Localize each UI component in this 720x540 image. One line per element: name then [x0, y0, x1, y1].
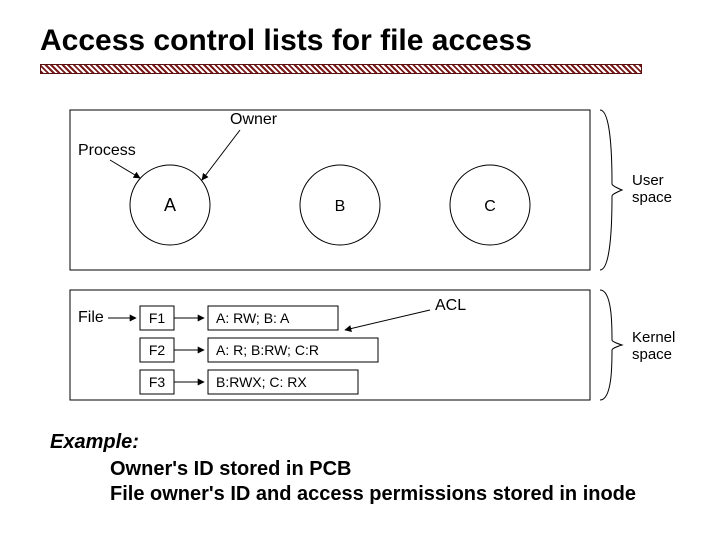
kernel-space-label-2: space	[632, 346, 672, 363]
acl-arrow	[345, 310, 430, 330]
owner-arrow	[202, 130, 240, 180]
example-heading: Example:	[50, 430, 700, 455]
process-label-a: A	[164, 195, 176, 215]
user-space-label-2: space	[632, 189, 672, 206]
file-name-f3: F3	[149, 374, 166, 390]
process-label-c: C	[484, 198, 496, 215]
page-title: Access control lists for file access	[40, 24, 532, 58]
user-space-label-1: User	[632, 172, 664, 189]
example-line-2: File owner's ID and access permissions s…	[110, 482, 700, 507]
process-label: Process	[78, 142, 136, 159]
process-arrow	[110, 160, 140, 178]
kernel-space-label-1: Kernel	[632, 329, 675, 346]
process-label-b: B	[335, 198, 346, 215]
file-name-f1: F1	[149, 310, 166, 326]
file-name-f2: F2	[149, 342, 166, 358]
acl-diagram: A B C Process Owner File F1 A: RW; B: A …	[40, 100, 680, 410]
title-underline	[40, 64, 642, 74]
example-block: Example: Owner's ID stored in PCB File o…	[50, 430, 700, 507]
acl-text-f1: A: RW; B: A	[216, 310, 290, 326]
acl-text-f3: B:RWX; C: RX	[216, 374, 307, 390]
acl-label: ACL	[435, 297, 466, 314]
owner-label: Owner	[230, 111, 278, 128]
example-line-1: Owner's ID stored in PCB	[110, 457, 700, 482]
kernel-space-brace	[600, 290, 622, 400]
file-label: File	[78, 309, 104, 326]
user-space-box	[70, 110, 590, 270]
user-space-brace	[600, 110, 622, 270]
acl-text-f2: A: R; B:RW; C:R	[216, 342, 319, 358]
